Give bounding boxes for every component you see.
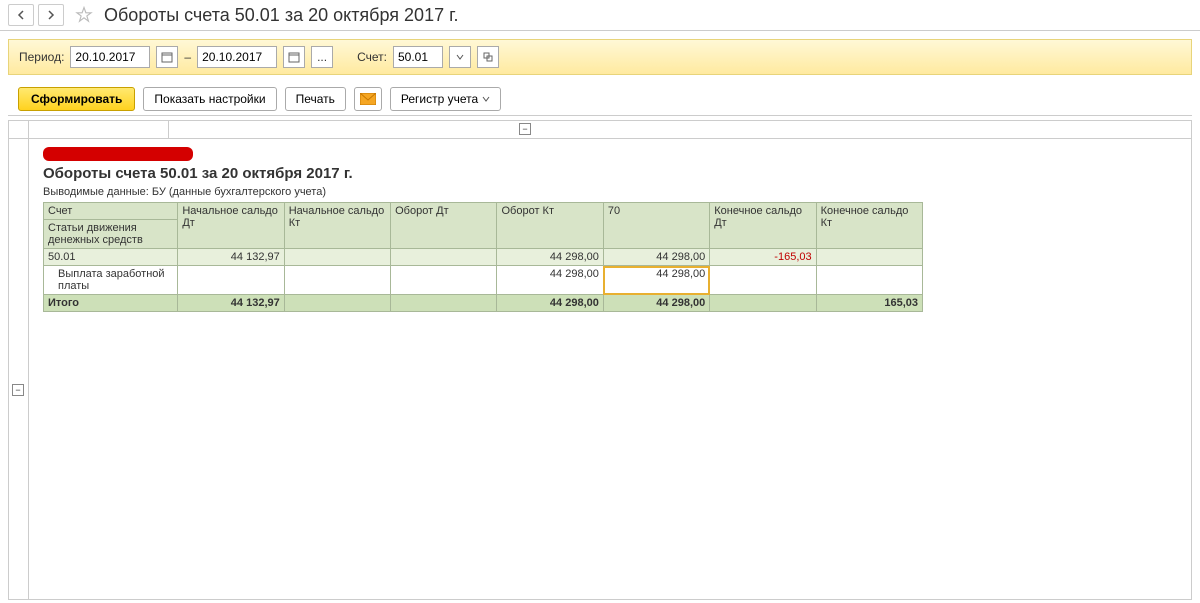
date-from-input[interactable] xyxy=(70,46,150,68)
redacted-org xyxy=(43,147,193,161)
ruler-top xyxy=(9,121,1191,139)
report-table: Счет Начальное сальдо Дт Начальное сальд… xyxy=(43,202,923,312)
account-open-button[interactable] xyxy=(477,46,499,68)
register-button[interactable]: Регистр учета xyxy=(390,87,501,111)
th-end-kt: Конечное сальдо Кт xyxy=(816,203,922,249)
titlebar: Обороты счета 50.01 за 20 октября 2017 г… xyxy=(0,0,1200,31)
table-row[interactable]: 50.01 44 132,97 44 298,00 44 298,00 -165… xyxy=(44,249,923,266)
account-label: Счет: xyxy=(357,50,387,64)
report-subtitle: Выводимые данные: БУ (данные бухгалтерск… xyxy=(43,186,1177,198)
period-bar: Период: – ... Счет: xyxy=(8,39,1192,75)
th-70: 70 xyxy=(603,203,709,249)
date-to-input[interactable] xyxy=(197,46,277,68)
register-label: Регистр учета xyxy=(401,92,478,106)
account-dropdown-button[interactable] xyxy=(449,46,471,68)
calendar-to-button[interactable] xyxy=(283,46,305,68)
th-oborot-dt: Оборот Дт xyxy=(391,203,497,249)
page-title: Обороты счета 50.01 за 20 октября 2017 г… xyxy=(104,5,458,26)
selected-cell[interactable]: 44 298,00 xyxy=(603,266,709,295)
report-area: − − Обороты счета 50.01 за 20 октября 20… xyxy=(8,120,1192,600)
chevron-down-icon xyxy=(482,95,490,103)
th-start-dt: Начальное сальдо Дт xyxy=(178,203,284,249)
th-account: Счет xyxy=(44,203,178,220)
th-oborot-kt: Оборот Кт xyxy=(497,203,603,249)
th-end-dt: Конечное сальдо Дт xyxy=(710,203,816,249)
toolbar: Сформировать Показать настройки Печать Р… xyxy=(8,83,1192,116)
table-row-total[interactable]: Итого 44 132,97 44 298,00 44 298,00 165,… xyxy=(44,295,923,312)
report-body: Обороты счета 50.01 за 20 октября 2017 г… xyxy=(29,139,1191,320)
print-button[interactable]: Печать xyxy=(285,87,346,111)
mail-button[interactable] xyxy=(354,87,382,111)
period-dash: – xyxy=(184,50,191,64)
forward-button[interactable] xyxy=(38,4,64,26)
table-row[interactable]: Выплата заработной платы 44 298,00 44 29… xyxy=(44,266,923,295)
report-title: Обороты счета 50.01 за 20 октября 2017 г… xyxy=(43,165,1177,182)
th-start-kt: Начальное сальдо Кт xyxy=(284,203,390,249)
period-label: Период: xyxy=(19,50,64,64)
period-select-button[interactable]: ... xyxy=(311,46,333,68)
show-settings-button[interactable]: Показать настройки xyxy=(143,87,276,111)
back-button[interactable] xyxy=(8,4,34,26)
account-input[interactable] xyxy=(393,46,443,68)
favorite-icon[interactable] xyxy=(74,5,94,25)
generate-button[interactable]: Сформировать xyxy=(18,87,135,111)
th-articles: Статьи движения денежных средств xyxy=(44,220,178,249)
calendar-from-button[interactable] xyxy=(156,46,178,68)
collapse-column-button[interactable]: − xyxy=(519,123,531,135)
ruler-left xyxy=(9,139,29,599)
collapse-row-button[interactable]: − xyxy=(12,384,24,396)
